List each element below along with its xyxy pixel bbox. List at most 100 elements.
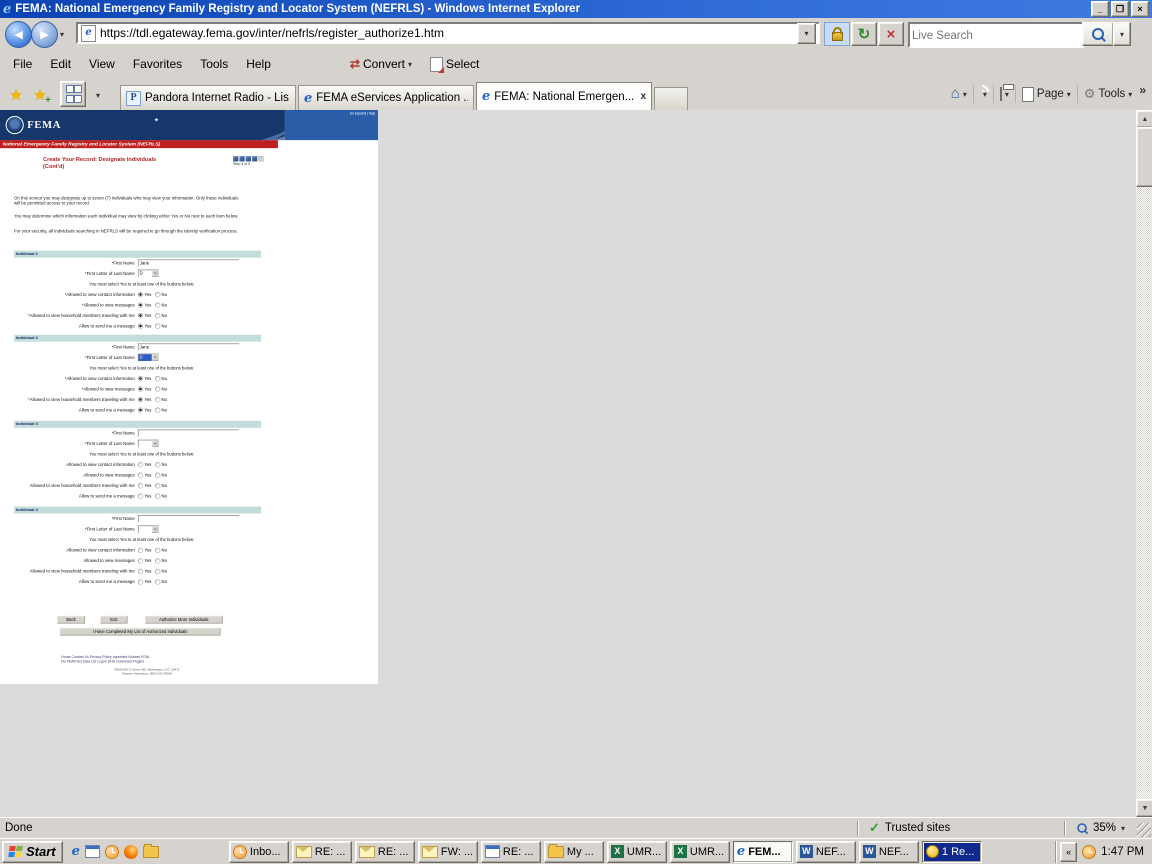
convert-dropdown-icon[interactable]: ▾ [408, 60, 412, 69]
completed-list-button[interactable]: I Have Completed My List of Authorized I… [60, 628, 221, 636]
authorize-more-button[interactable]: Authorize More Individuals [145, 616, 223, 624]
taskbar-button-excel-1[interactable]: XUMR... [607, 841, 667, 863]
search-options-dropdown[interactable]: ▾ [1113, 22, 1131, 46]
yes-radio[interactable] [138, 323, 143, 328]
no-radio[interactable] [155, 483, 160, 488]
taskbar-button-mail-2[interactable]: RE: ... [355, 841, 415, 863]
taskbar-button-mail-4[interactable]: RE: ... [481, 841, 541, 863]
restore-button[interactable]: ❐ [1111, 1, 1129, 17]
no-radio[interactable] [155, 579, 160, 584]
yes-radio[interactable] [138, 493, 143, 498]
stop-button[interactable]: × [878, 22, 904, 46]
last-initial-select[interactable]: ▼ [138, 525, 159, 533]
yes-radio[interactable] [138, 376, 143, 381]
no-radio[interactable] [155, 302, 160, 307]
page-menu-button[interactable]: Page ▾ [1022, 87, 1071, 102]
menu-file[interactable]: File [4, 53, 41, 75]
print-dropdown-icon[interactable]: ▾ [1005, 90, 1009, 99]
tab-list-dropdown[interactable]: ▾ [86, 83, 110, 107]
taskbar-button-mail-1[interactable]: RE: ... [292, 841, 352, 863]
toolbar-overflow-chevron[interactable]: » [1139, 83, 1146, 97]
no-radio[interactable] [155, 558, 160, 563]
convert-button[interactable]: ⇄ Convert ▾ [350, 57, 412, 71]
tray-clock-icon[interactable] [1082, 845, 1096, 859]
history-dropdown-icon[interactable]: ▾ [60, 30, 64, 39]
internet-explorer-icon[interactable]: e [72, 845, 80, 858]
taskbar-button-ie-active[interactable]: eFEM... [733, 841, 793, 863]
yes-radio[interactable] [138, 569, 143, 574]
menu-favorites[interactable]: Favorites [124, 53, 191, 75]
menu-tools[interactable]: Tools [191, 53, 237, 75]
menu-help[interactable]: Help [237, 53, 280, 75]
yes-radio[interactable] [138, 483, 143, 488]
scroll-down-button[interactable]: ▼ [1136, 799, 1152, 817]
no-radio[interactable] [155, 548, 160, 553]
no-radio[interactable] [155, 292, 160, 297]
no-radio[interactable] [155, 376, 160, 381]
yes-radio[interactable] [138, 472, 143, 477]
menu-edit[interactable]: Edit [41, 53, 80, 75]
scroll-up-button[interactable]: ▲ [1136, 110, 1152, 128]
address-bar[interactable]: e https://tdl.egateway.fema.gov/inter/ne… [76, 22, 820, 44]
tab-fema-eservices[interactable]: e FEMA eServices Application ... [298, 85, 474, 110]
zoom-control[interactable]: 35% ▾ [1066, 818, 1135, 838]
no-radio[interactable] [155, 313, 160, 318]
tray-collapse-chevron[interactable]: « [1060, 842, 1077, 862]
favorites-center-button[interactable]: ★ [4, 83, 28, 107]
minimize-button[interactable]: _ [1091, 1, 1109, 17]
refresh-button[interactable]: ↻ [851, 22, 877, 46]
taskbar-button-inbox[interactable]: Inbo... [229, 841, 289, 863]
no-radio[interactable] [155, 462, 160, 467]
no-radio[interactable] [155, 323, 160, 328]
quick-tabs-button[interactable] [60, 81, 86, 107]
yes-radio[interactable] [138, 548, 143, 553]
no-radio[interactable] [155, 569, 160, 574]
home-dropdown-icon[interactable]: ▾ [963, 90, 967, 99]
print-button[interactable] [1000, 88, 1002, 100]
firefox-icon[interactable] [124, 845, 138, 859]
no-radio[interactable] [155, 386, 160, 391]
close-button[interactable]: × [1131, 1, 1149, 17]
email-icon[interactable] [85, 845, 100, 858]
first-name-input[interactable] [138, 343, 240, 350]
yes-radio[interactable] [138, 558, 143, 563]
taskbar-button-word-1[interactable]: WNEF... [796, 841, 856, 863]
taskbar-button-folder[interactable]: My ... [544, 841, 604, 863]
no-radio[interactable] [155, 407, 160, 412]
yes-radio[interactable] [138, 292, 143, 297]
tab-close-icon[interactable]: x [640, 91, 646, 102]
header-links[interactable]: En Español | Help [285, 110, 378, 140]
scrollbar-thumb[interactable] [1136, 127, 1152, 187]
yes-radio[interactable] [138, 397, 143, 402]
taskbar-button-word-2[interactable]: WNEF... [859, 841, 919, 863]
first-name-input[interactable] [138, 259, 240, 266]
yes-radio[interactable] [138, 302, 143, 307]
window-titlebar[interactable]: e FEMA: National Emergency Family Regist… [0, 0, 1152, 18]
search-box[interactable] [908, 22, 1084, 48]
tab-pandora[interactable]: P Pandora Internet Radio - Lis... [120, 85, 296, 110]
last-initial-select[interactable]: D▼ [138, 353, 159, 361]
resize-grip[interactable] [1137, 823, 1151, 837]
last-initial-select[interactable]: ▼ [138, 440, 159, 448]
first-name-input[interactable] [138, 515, 240, 522]
yes-radio[interactable] [138, 313, 143, 318]
new-tab-stub[interactable] [654, 87, 688, 110]
menu-view[interactable]: View [80, 53, 124, 75]
back-button[interactable]: ◀ [5, 21, 32, 48]
first-name-input[interactable] [138, 429, 240, 436]
back-page-button[interactable]: Back [57, 616, 85, 624]
url-text[interactable]: https://tdl.egateway.fema.gov/inter/nefr… [100, 26, 444, 40]
taskbar-button-mail-3[interactable]: FW: ... [418, 841, 478, 863]
no-radio[interactable] [155, 472, 160, 477]
address-dropdown-button[interactable]: ▾ [797, 23, 816, 44]
tab-fema-nefrls-active[interactable]: e FEMA: National Emergen... x [476, 82, 652, 110]
vertical-scrollbar[interactable]: ▲ ▼ [1136, 110, 1152, 817]
explorer-folder-icon[interactable] [143, 846, 159, 858]
no-radio[interactable] [155, 493, 160, 498]
start-button[interactable]: Start [2, 841, 63, 863]
taskbar-button-reminder[interactable]: 1 Re... [922, 841, 982, 863]
home-button[interactable]: ⌂ [951, 87, 960, 101]
search-go-button[interactable] [1082, 22, 1114, 46]
yes-radio[interactable] [138, 462, 143, 467]
exit-button[interactable]: Exit [100, 616, 127, 624]
